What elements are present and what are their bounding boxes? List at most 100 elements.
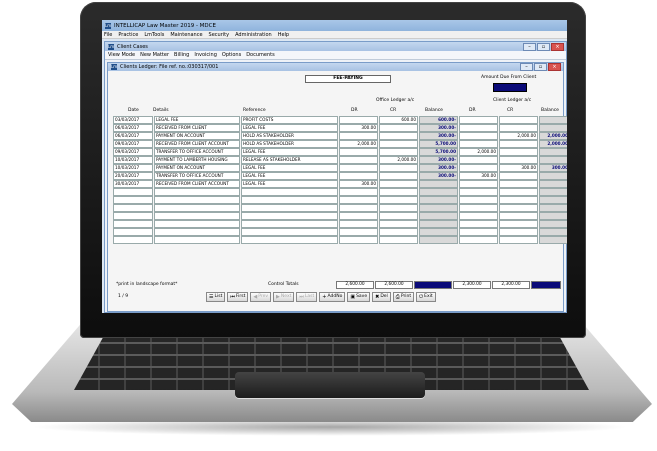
- cell-odr[interactable]: [339, 196, 378, 204]
- tab-billing[interactable]: Billing: [174, 52, 189, 58]
- cell-obal[interactable]: 300.00-: [419, 164, 458, 172]
- cell-cbal[interactable]: [539, 196, 567, 204]
- cell-cdr[interactable]: [459, 124, 498, 132]
- cell-details[interactable]: RECEIVED FROM CLIENT: [154, 124, 240, 132]
- cell-obal[interactable]: [419, 196, 458, 204]
- cell-ocr[interactable]: [379, 196, 418, 204]
- cell-ccr[interactable]: [499, 156, 538, 164]
- cell-details[interactable]: TRANSFER TO OFFICE ACCOUNT: [154, 148, 240, 156]
- cell-date[interactable]: [113, 228, 153, 236]
- cell-ocr[interactable]: [379, 132, 418, 140]
- cell-obal[interactable]: [419, 188, 458, 196]
- cell-details[interactable]: PAYMENT ON ACCOUNT: [154, 132, 240, 140]
- menu-administration[interactable]: Administration: [235, 32, 272, 38]
- cell-ccr[interactable]: 2,000.00: [499, 132, 538, 140]
- cell-date[interactable]: 03/03/2017: [113, 116, 153, 124]
- cell-ccr[interactable]: [499, 140, 538, 148]
- cell-reference[interactable]: LEGAL FEE: [241, 164, 338, 172]
- cell-reference[interactable]: [241, 220, 338, 228]
- cell-reference[interactable]: [241, 236, 338, 244]
- cell-date[interactable]: [113, 196, 153, 204]
- cell-odr[interactable]: [339, 156, 378, 164]
- cell-cdr[interactable]: [459, 212, 498, 220]
- last-button[interactable]: ⏭ Last: [296, 292, 318, 302]
- cell-ccr[interactable]: [499, 180, 538, 188]
- table-row[interactable]: [113, 196, 567, 204]
- cell-ocr[interactable]: [379, 148, 418, 156]
- cell-date[interactable]: 20/03/2017: [113, 172, 153, 180]
- table-row[interactable]: 10/03/2017 PAYMENT TO LAMBERTH HOUSING REL…: [113, 156, 567, 164]
- cell-odr[interactable]: [339, 132, 378, 140]
- minimize-button[interactable]: –: [523, 42, 536, 51]
- cell-ocr[interactable]: [379, 236, 418, 244]
- cell-reference[interactable]: HOLD AS STAKEHOLDER: [241, 132, 338, 140]
- table-row[interactable]: [113, 212, 567, 220]
- cell-odr[interactable]: 2,000.00: [339, 140, 378, 148]
- cell-cbal[interactable]: [539, 188, 567, 196]
- cell-reference[interactable]: LEGAL FEE: [241, 148, 338, 156]
- cell-cbal[interactable]: 300.00: [539, 164, 567, 172]
- cell-ccr[interactable]: [499, 212, 538, 220]
- table-row[interactable]: [113, 204, 567, 212]
- menu-practice[interactable]: Practice: [118, 32, 138, 38]
- cell-date[interactable]: 06/03/2017: [113, 132, 153, 140]
- cell-ocr[interactable]: [379, 204, 418, 212]
- restore-button[interactable]: ▫: [537, 42, 550, 51]
- cell-ocr[interactable]: [379, 228, 418, 236]
- exit-button[interactable]: ⏻ Exit: [416, 292, 436, 302]
- menu-security[interactable]: Security: [209, 32, 230, 38]
- cell-details[interactable]: RECEIVED FROM CLIENT ACCOUNT: [154, 180, 240, 188]
- cell-details[interactable]: [154, 220, 240, 228]
- menu-file[interactable]: File: [104, 32, 112, 38]
- cell-ocr[interactable]: [379, 164, 418, 172]
- table-row[interactable]: 10/03/2017 PAYMENT ON ACCOUNT LEGAL FEE 300…: [113, 164, 567, 172]
- cell-cdr[interactable]: [459, 204, 498, 212]
- cell-cbal[interactable]: [539, 228, 567, 236]
- cell-reference[interactable]: LEGAL FEE: [241, 180, 338, 188]
- cell-cbal[interactable]: [539, 204, 567, 212]
- cell-cbal[interactable]: [539, 220, 567, 228]
- cell-obal[interactable]: 300.00-: [419, 124, 458, 132]
- cell-cdr[interactable]: [459, 156, 498, 164]
- cell-ocr[interactable]: [379, 212, 418, 220]
- cell-cdr[interactable]: [459, 132, 498, 140]
- del-button[interactable]: ✖ Del: [372, 292, 391, 302]
- first-button[interactable]: ⏮ First: [227, 292, 249, 302]
- table-row[interactable]: 30/03/2017 RECEIVED FROM CLIENT ACCOUNT LE…: [113, 180, 567, 188]
- cell-date[interactable]: 10/03/2017: [113, 164, 153, 172]
- cell-ocr[interactable]: [379, 172, 418, 180]
- cell-cdr[interactable]: [459, 188, 498, 196]
- tab-options[interactable]: Options: [222, 52, 241, 58]
- cell-date[interactable]: 30/03/2017: [113, 180, 153, 188]
- cell-ccr[interactable]: [499, 220, 538, 228]
- prev-button[interactable]: ◀ Prev: [250, 292, 272, 302]
- addno-button[interactable]: + AddNo: [319, 292, 346, 302]
- cell-cbal[interactable]: [539, 124, 567, 132]
- cell-cbal[interactable]: [539, 212, 567, 220]
- table-row[interactable]: 20/03/2017 TRANSFER TO OFFICE ACCOUNT LEGA…: [113, 172, 567, 180]
- cell-ccr[interactable]: 300.00: [499, 164, 538, 172]
- cell-odr[interactable]: [339, 220, 378, 228]
- cell-obal[interactable]: 300.00-: [419, 172, 458, 180]
- cell-date[interactable]: [113, 220, 153, 228]
- cell-odr[interactable]: [339, 172, 378, 180]
- cell-obal[interactable]: [419, 212, 458, 220]
- cell-reference[interactable]: [241, 196, 338, 204]
- cell-ccr[interactable]: [499, 116, 538, 124]
- cell-cbal[interactable]: [539, 156, 567, 164]
- cell-obal[interactable]: [419, 236, 458, 244]
- cell-odr[interactable]: [339, 212, 378, 220]
- menu-help[interactable]: Help: [278, 32, 289, 38]
- ledger-restore-button[interactable]: ▫: [534, 63, 547, 71]
- cell-details[interactable]: RECEIVED FROM CLIENT ACCOUNT: [154, 140, 240, 148]
- cell-details[interactable]: [154, 228, 240, 236]
- cell-ccr[interactable]: [499, 188, 538, 196]
- cell-cdr[interactable]: [459, 236, 498, 244]
- cell-reference[interactable]: LEGAL FEE: [241, 172, 338, 180]
- cell-cdr[interactable]: [459, 116, 498, 124]
- tab-invoicing[interactable]: Invoicing: [194, 52, 217, 58]
- table-row[interactable]: [113, 188, 567, 196]
- cell-reference[interactable]: RELEASE AS STAKEHOLDER: [241, 156, 338, 164]
- cell-cdr[interactable]: [459, 196, 498, 204]
- tab-view-mode[interactable]: View Mode: [108, 52, 135, 58]
